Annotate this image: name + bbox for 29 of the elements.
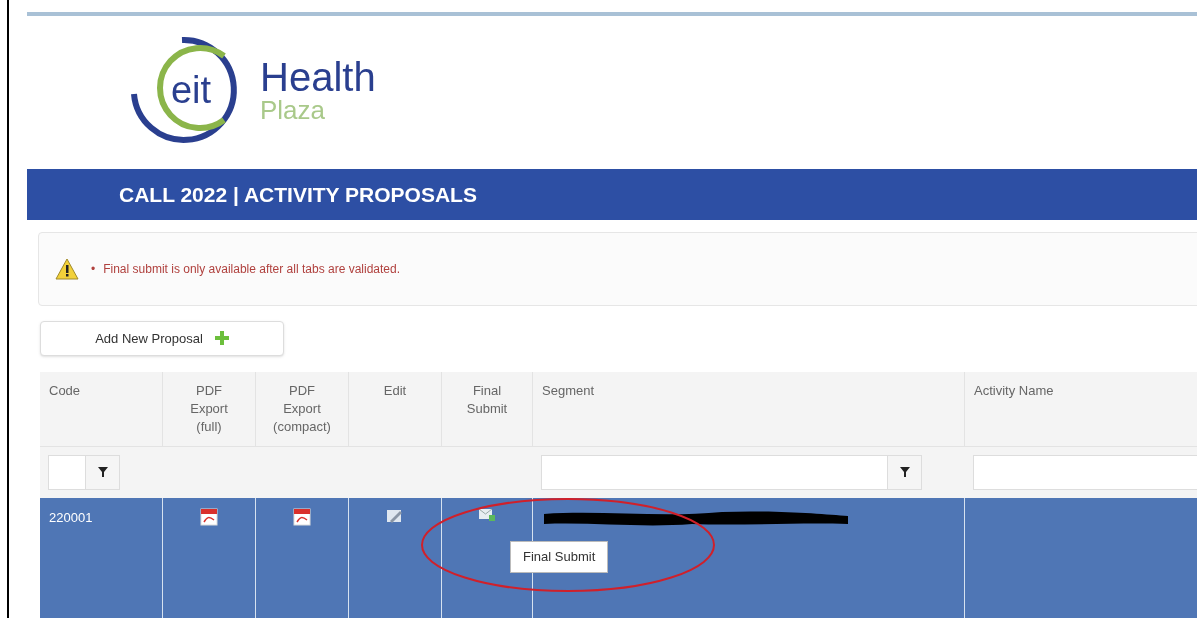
column-header: Final Submit (466, 382, 508, 418)
banner-title: CALL 2022 | ACTIVITY PROPOSALS (119, 182, 477, 208)
pdf-file-icon[interactable] (293, 508, 311, 526)
filter-button[interactable] (887, 455, 922, 490)
column-header: PDF Export (full) (190, 382, 228, 436)
logo-name: Health (260, 56, 376, 97)
add-proposal-button[interactable]: Add New Proposal (40, 321, 284, 356)
filter-field[interactable] (973, 455, 1197, 490)
alert-message: Final submit is only available after all tabs are validated. (103, 261, 401, 279)
column-header: Activity Name (974, 382, 1054, 400)
filter-icon (899, 467, 910, 478)
alert-bullet: • (91, 261, 96, 279)
filter-icon (97, 467, 108, 478)
pencil-document-icon[interactable] (386, 508, 404, 524)
plus-icon (214, 331, 229, 346)
filter-field[interactable] (541, 455, 887, 490)
column-header: Code (49, 382, 81, 400)
logo-mark: eit (170, 70, 212, 109)
column-header: PDF Export (compact) (273, 382, 331, 436)
filter-button[interactable] (85, 455, 120, 490)
filter-field[interactable] (48, 455, 85, 490)
warning-icon (55, 258, 79, 281)
column-header: Segment (542, 382, 595, 400)
code-cell-text: 220001 (49, 509, 93, 527)
logo-subname: Plaza (260, 96, 327, 123)
envelope-arrow-icon[interactable] (478, 508, 496, 522)
pdf-file-icon[interactable] (200, 508, 218, 526)
tooltip: Final Submit (510, 541, 609, 573)
column-header: Edit (383, 382, 407, 400)
